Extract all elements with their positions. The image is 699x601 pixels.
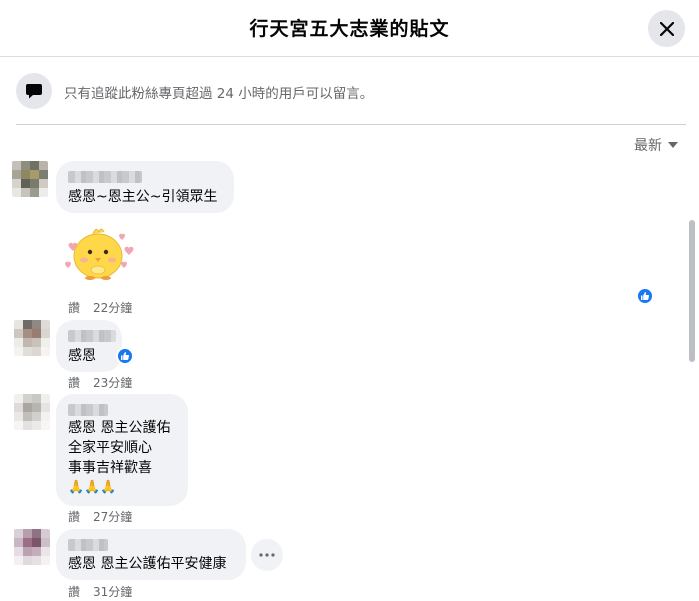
comment-line: 全家平安順心 (68, 440, 152, 456)
comment-text: 感恩 恩主公護佑平安健康 (68, 556, 227, 572)
comment-text: 感恩 (68, 348, 96, 364)
close-icon (659, 21, 674, 36)
comment-bubble: 感恩 恩主公護佑平安健康 (56, 529, 246, 580)
like-reaction-badge[interactable] (636, 287, 654, 305)
avatar[interactable] (14, 320, 50, 356)
dialog-header: 行天宮五大志業的貼文 (0, 0, 699, 57)
comment-time[interactable]: 27分鐘 (93, 510, 132, 524)
sort-label: 最新 (634, 138, 662, 154)
comment-bubble: 感恩 恩主公護佑 全家平安順心 事事吉祥歡喜 🙏🙏🙏 (56, 394, 188, 506)
comment-text: 感恩~恩主公~引領眾生 (68, 189, 218, 205)
commenter-name-blurred[interactable] (68, 330, 116, 342)
comment-meta: 讚 22分鐘 (68, 299, 132, 316)
comment-line: 感恩 恩主公護佑 (68, 420, 171, 436)
comment-bubble: 感恩 (56, 320, 122, 372)
like-link[interactable]: 讚 (68, 510, 80, 524)
comment-meta: 讚 31分鐘 (68, 583, 132, 600)
comment-bubble: 感恩~恩主公~引領眾生 (56, 161, 234, 213)
sort-dropdown[interactable]: 最新 (634, 135, 678, 155)
like-link[interactable]: 讚 (68, 376, 80, 390)
dialog-title: 行天宮五大志業的貼文 (249, 18, 450, 40)
close-button[interactable] (648, 10, 685, 47)
comment-time[interactable]: 31分鐘 (93, 585, 132, 599)
avatar[interactable] (12, 161, 48, 197)
like-link[interactable]: 讚 (68, 585, 80, 599)
like-reaction-badge[interactable] (116, 347, 134, 365)
comment-meta: 讚 23分鐘 (68, 374, 132, 391)
divider (16, 124, 686, 125)
chick-sticker (65, 228, 134, 280)
comment-line: 事事吉祥歡喜 (68, 460, 152, 476)
comment-restriction-notice: 只有追蹤此粉絲專頁超過 24 小時的用戶可以留言。 (16, 71, 686, 111)
more-dots-icon (259, 553, 275, 557)
comment-icon (16, 73, 52, 109)
notice-text: 只有追蹤此粉絲專頁超過 24 小時的用戶可以留言。 (64, 86, 374, 102)
caret-down-icon (668, 141, 678, 148)
comment-time[interactable]: 22分鐘 (93, 301, 132, 315)
commenter-name-blurred[interactable] (68, 539, 108, 551)
comments-dialog: 行天宮五大志業的貼文 只有追蹤此粉絲專頁超過 24 小時的用戶可以留言。 最新 (0, 0, 699, 601)
avatar[interactable] (14, 529, 50, 565)
comment-options-button[interactable] (251, 539, 283, 571)
comment-meta: 讚 27分鐘 (68, 508, 132, 525)
thumbs-up-icon (121, 352, 130, 360)
commenter-name-blurred[interactable] (68, 171, 142, 183)
like-link[interactable]: 讚 (68, 301, 80, 315)
comment-time[interactable]: 23分鐘 (93, 376, 132, 390)
commenter-name-blurred[interactable] (68, 404, 108, 416)
scrollbar-thumb[interactable] (689, 220, 695, 362)
comment-emoji-line: 🙏🙏🙏 (68, 480, 117, 495)
thumbs-up-icon (641, 292, 650, 300)
avatar[interactable] (14, 394, 50, 430)
